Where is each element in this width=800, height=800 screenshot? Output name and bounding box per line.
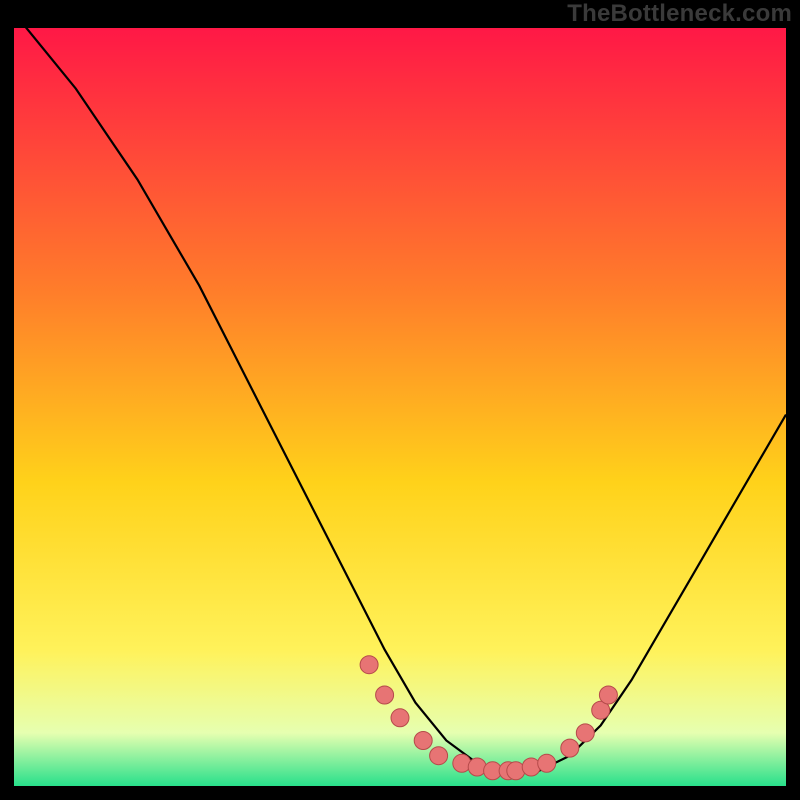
plot-area [14,28,786,786]
gradient-background [14,28,786,786]
marker-point [538,754,556,772]
marker-point [391,709,409,727]
chart-svg [14,28,786,786]
marker-point [414,732,432,750]
marker-point [430,747,448,765]
marker-point [576,724,594,742]
marker-point [599,686,617,704]
marker-point [376,686,394,704]
marker-point [360,656,378,674]
marker-point [522,758,540,776]
marker-point [561,739,579,757]
watermark-label: TheBottleneck.com [567,0,792,28]
chart-frame: TheBottleneck.com [0,0,800,800]
